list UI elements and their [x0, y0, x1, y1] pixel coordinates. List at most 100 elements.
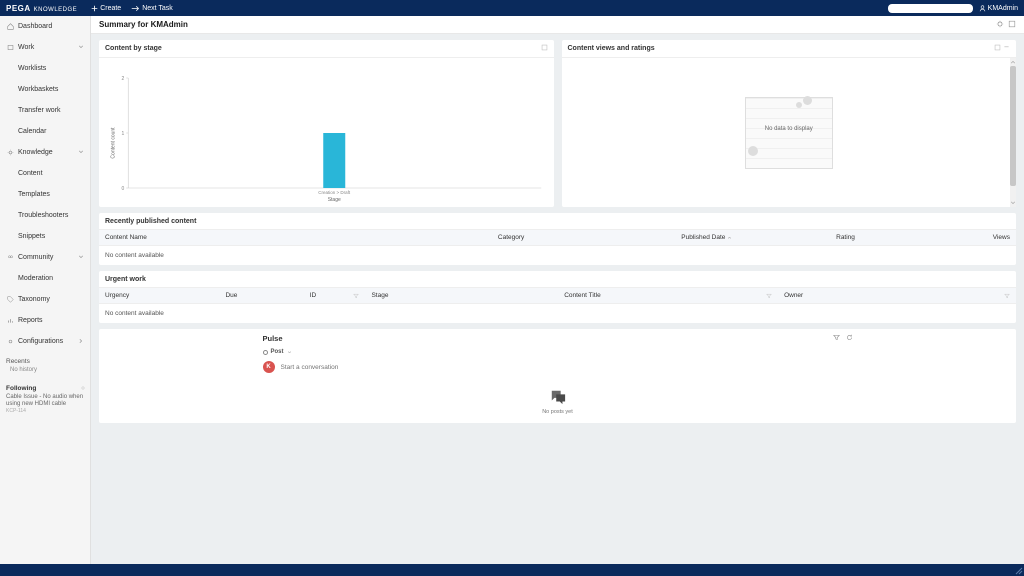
card-title: Content by stage	[105, 45, 162, 52]
svg-text:Creation > Draft: Creation > Draft	[318, 190, 351, 195]
card-content-views-ratings: Content views and ratings No data to dis…	[562, 40, 1017, 207]
arrow-right-icon	[131, 5, 140, 12]
col-content-name[interactable]: Content Name	[99, 230, 492, 245]
col-id[interactable]: ID	[304, 288, 366, 303]
bar-chart: Content count 2 1 0 Cr	[99, 58, 554, 207]
svg-text:1: 1	[121, 131, 124, 137]
col-views[interactable]: Views	[937, 230, 1016, 245]
recents-label: Recents	[0, 352, 90, 367]
card-title: Content views and ratings	[568, 45, 655, 52]
nav-work[interactable]: Work	[0, 37, 90, 58]
card-recently-published: Recently published content Content Name …	[99, 213, 1016, 265]
expand-icon[interactable]	[1008, 19, 1016, 31]
logo-sub: KNOWLEDGE	[34, 7, 78, 13]
work-icon	[6, 44, 14, 51]
col-category[interactable]: Category	[492, 230, 675, 245]
nav-community-label: Community	[18, 254, 53, 261]
chevron-down-icon	[78, 149, 84, 157]
chevron-right-icon	[78, 338, 84, 346]
following-item-title: Cable Issue - No audio when using new HD…	[6, 394, 84, 408]
nav-snippets[interactable]: Snippets	[0, 226, 90, 247]
svg-text:0: 0	[121, 186, 124, 192]
nav-reports-label: Reports	[18, 317, 43, 324]
nav-community[interactable]: Community	[0, 247, 90, 268]
resize-handle[interactable]	[1012, 564, 1024, 576]
user-label: KMAdmin	[988, 5, 1018, 12]
chart-icon	[6, 317, 14, 324]
filter-icon[interactable]	[833, 334, 840, 343]
no-content-text: No content available	[99, 304, 1016, 323]
nav-calendar[interactable]: Calendar	[0, 121, 90, 142]
col-published-date[interactable]: Published Date	[675, 230, 830, 245]
compose-input[interactable]	[281, 364, 853, 371]
card-collapse-icon[interactable]	[1003, 44, 1010, 53]
pulse-tab-post[interactable]: Post	[263, 347, 853, 357]
create-button[interactable]: Create	[91, 5, 121, 12]
svg-text:2: 2	[121, 76, 124, 82]
gear-icon	[6, 149, 14, 156]
col-owner[interactable]: Owner	[778, 288, 1016, 303]
nav-worklists[interactable]: Worklists	[0, 58, 90, 79]
pulse-title: Pulse	[263, 334, 283, 343]
plus-icon	[91, 5, 98, 12]
nav-dashboard[interactable]: Dashboard	[0, 16, 90, 37]
logo[interactable]: PEGA KNOWLEDGE	[0, 4, 83, 13]
card-content-by-stage: Content by stage Content count	[99, 40, 554, 207]
no-history: No history	[0, 367, 90, 379]
card-urgent-work: Urgent work Urgency Due ID Stage Content…	[99, 271, 1016, 323]
user-menu[interactable]: KMAdmin	[979, 5, 1018, 12]
next-task-label: Next Task	[142, 5, 173, 12]
page-title: Summary for KMAdmin	[99, 20, 188, 29]
nav-troubleshooters[interactable]: Troubleshooters	[0, 205, 90, 226]
nav-dashboard-label: Dashboard	[18, 23, 52, 30]
nav-taxonomy[interactable]: Taxonomy	[0, 289, 90, 310]
card-maximize-icon[interactable]	[541, 44, 548, 53]
scrollbar[interactable]	[1010, 58, 1016, 207]
home-icon	[6, 23, 14, 30]
avatar: K	[263, 361, 275, 373]
nav-moderation[interactable]: Moderation	[0, 268, 90, 289]
logo-main: PEGA	[6, 4, 31, 13]
bar-creation-draft[interactable]	[323, 133, 345, 188]
following-item[interactable]: Cable Issue - No audio when using new HD…	[6, 394, 84, 414]
tag-icon	[6, 296, 14, 303]
filter-icon[interactable]	[766, 293, 772, 299]
filter-icon[interactable]	[1004, 293, 1010, 299]
nav-reports[interactable]: Reports	[0, 310, 90, 331]
nav-configurations-label: Configurations	[18, 338, 63, 345]
chevron-down-icon	[78, 44, 84, 52]
user-icon	[979, 5, 986, 12]
next-task-button[interactable]: Next Task	[131, 5, 173, 12]
col-content-title[interactable]: Content Title	[558, 288, 778, 303]
svg-text:Stage: Stage	[328, 197, 341, 203]
sort-asc-icon	[727, 235, 732, 240]
refresh-icon[interactable]	[846, 334, 853, 343]
col-urgency[interactable]: Urgency	[99, 288, 219, 303]
col-rating[interactable]: Rating	[830, 230, 937, 245]
pulse-panel: Pulse Post K	[99, 329, 1016, 423]
filter-icon[interactable]	[353, 293, 359, 299]
col-due[interactable]: Due	[219, 288, 303, 303]
no-posts-text: No posts yet	[542, 409, 573, 415]
following-settings-icon[interactable]	[80, 385, 86, 393]
nav-knowledge[interactable]: Knowledge	[0, 142, 90, 163]
settings-icon[interactable]	[996, 19, 1004, 31]
create-label: Create	[100, 5, 121, 12]
recent-title: Recently published content	[99, 213, 1016, 229]
col-stage[interactable]: Stage	[365, 288, 558, 303]
search-input[interactable]	[888, 4, 973, 13]
nav-configurations[interactable]: Configurations	[0, 331, 90, 352]
no-content-text: No content available	[99, 246, 1016, 265]
nav-work-label: Work	[18, 44, 34, 51]
following-label: Following	[6, 385, 36, 392]
footer-bar	[0, 564, 1024, 576]
nav-taxonomy-label: Taxonomy	[18, 296, 50, 303]
card-maximize-icon[interactable]	[994, 44, 1001, 53]
nav-transfer-work[interactable]: Transfer work	[0, 100, 90, 121]
nav-templates[interactable]: Templates	[0, 184, 90, 205]
urgent-title: Urgent work	[99, 271, 1016, 287]
nav-workbaskets[interactable]: Workbaskets	[0, 79, 90, 100]
radio-icon	[263, 350, 268, 355]
nav-content[interactable]: Content	[0, 163, 90, 184]
no-data-text: No data to display	[746, 126, 832, 132]
